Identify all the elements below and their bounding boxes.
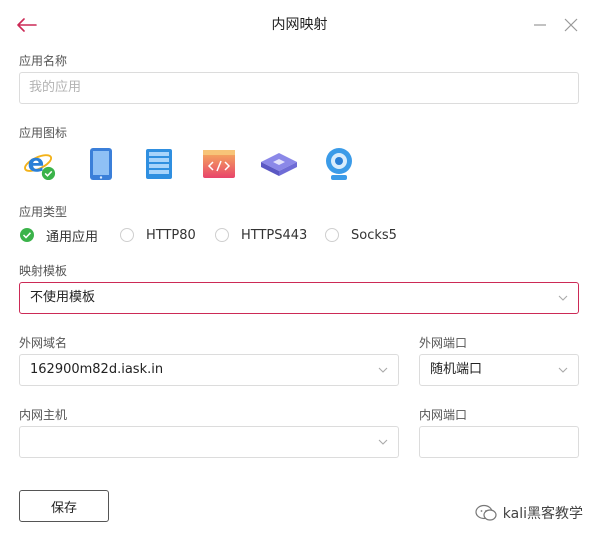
internal-host-label: 内网主机 [19, 408, 68, 422]
app-type-label: 应用类型 [19, 205, 68, 219]
radio-http80[interactable]: HTTP80 [120, 226, 196, 244]
router-icon [261, 153, 297, 176]
radio-socks5[interactable]: Socks5 [325, 226, 397, 244]
app-name-label: 应用名称 [19, 54, 68, 68]
external-port-value: 随机端口 [430, 362, 483, 377]
template-value: 不使用模板 [30, 290, 96, 305]
radio-unchecked-icon [120, 228, 134, 242]
template-select[interactable]: 不使用模板 [19, 282, 579, 314]
close-icon [564, 18, 578, 32]
external-domain-label: 外网域名 [19, 336, 68, 350]
external-domain-select[interactable]: 162900m82d.iask.in [19, 354, 399, 386]
app-name-input[interactable]: 我的应用 [19, 72, 579, 104]
radio-https443[interactable]: HTTPS443 [215, 226, 307, 244]
icon-option-webcam[interactable] [322, 146, 356, 182]
external-port-select[interactable]: 随机端口 [419, 354, 579, 386]
external-domain-value: 162900m82d.iask.in [30, 362, 164, 377]
chevron-down-icon [378, 367, 388, 373]
radio-checked-icon [20, 228, 34, 242]
internal-port-label: 内网端口 [419, 408, 468, 422]
save-button[interactable]: 保存 [19, 490, 109, 522]
icon-option-ie[interactable]: e [22, 146, 56, 182]
icon-option-server[interactable] [142, 146, 176, 182]
radio-unchecked-icon [215, 228, 229, 242]
tablet-icon [90, 148, 112, 180]
radio-generic[interactable]: 通用应用 [20, 226, 99, 245]
radio-socks5-label: Socks5 [351, 227, 397, 243]
watermark: kali黑客教学 [475, 503, 583, 523]
radio-http80-label: HTTP80 [146, 227, 196, 243]
chevron-down-icon [558, 367, 568, 373]
radio-unchecked-icon [325, 228, 339, 242]
app-icon-label: 应用图标 [19, 126, 68, 140]
radio-https443-label: HTTPS443 [241, 227, 308, 243]
chevron-down-icon [558, 295, 568, 301]
external-port-label: 外网端口 [419, 336, 468, 350]
page-title: 内网映射 [271, 17, 328, 33]
wechat-icon [475, 504, 497, 521]
icon-option-code[interactable] [202, 146, 236, 182]
chevron-down-icon [378, 439, 388, 445]
close-button[interactable] [559, 12, 583, 38]
minimize-icon [534, 24, 546, 26]
radio-generic-label: 通用应用 [46, 229, 99, 245]
internal-host-select[interactable] [19, 426, 399, 458]
app-name-placeholder: 我的应用 [29, 80, 82, 95]
watermark-text: kali黑客教学 [502, 506, 583, 522]
svg-text:e: e [28, 149, 45, 178]
code-window-icon [203, 150, 235, 178]
ie-icon: e [24, 149, 56, 181]
icon-option-router[interactable] [259, 146, 299, 182]
internal-port-input[interactable] [419, 426, 579, 458]
server-icon [146, 149, 172, 179]
icon-option-tablet[interactable] [84, 146, 118, 182]
minimize-button[interactable] [528, 12, 552, 38]
webcam-icon [326, 148, 352, 180]
template-label: 映射模板 [19, 264, 68, 278]
